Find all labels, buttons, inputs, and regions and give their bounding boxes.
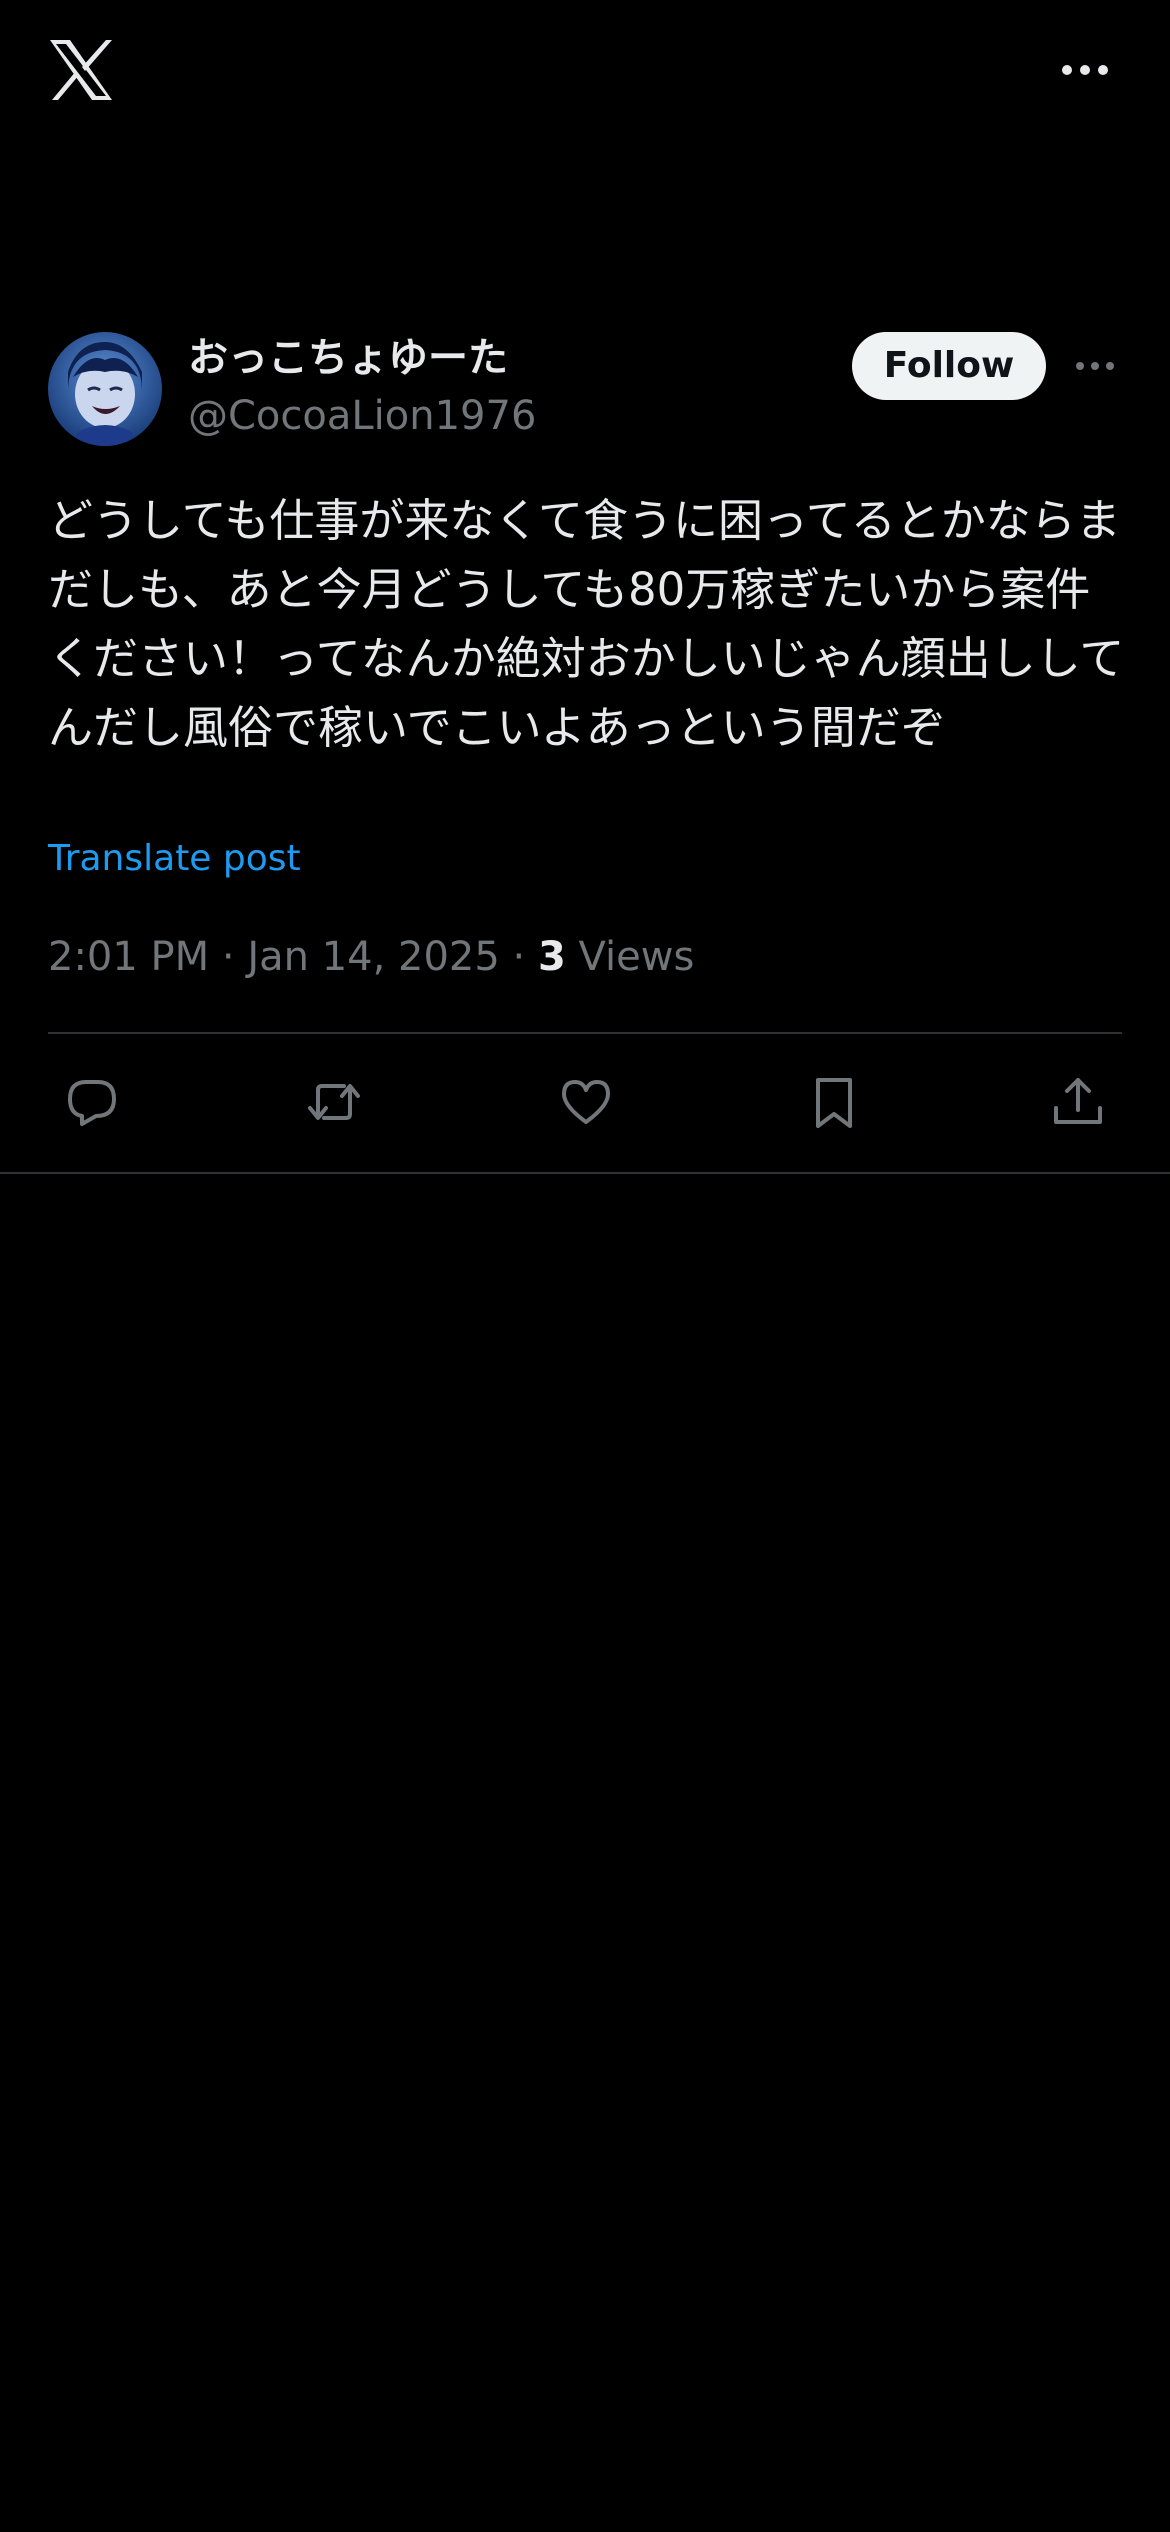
post-text: どうしても仕事が来なくて食うに困ってるとかならまだしも、あと今月どうしても80万… <box>48 494 1125 754</box>
views-count: 3 <box>537 934 566 980</box>
more-horizontal-icon[interactable] <box>1074 356 1116 376</box>
repost-icon[interactable] <box>304 1072 364 1132</box>
post-date[interactable]: Jan 14, 2025 <box>247 934 500 980</box>
follow-button[interactable]: Follow <box>852 332 1046 400</box>
reply-icon[interactable] <box>62 1072 122 1132</box>
avatar[interactable] <box>48 332 162 446</box>
translate-post-link[interactable]: Translate post <box>48 834 301 884</box>
post-time[interactable]: 2:01 PM <box>48 934 209 980</box>
top-bar <box>0 0 1170 150</box>
meta-separator: · <box>221 934 235 980</box>
views-label: Views <box>578 934 695 980</box>
bookmark-icon[interactable] <box>804 1072 864 1132</box>
heart-icon[interactable] <box>556 1072 616 1132</box>
author-handle[interactable]: @CocoaLion1976 <box>188 390 536 442</box>
meta-separator: · <box>512 934 526 980</box>
x-logo-icon[interactable] <box>48 40 114 100</box>
share-icon[interactable] <box>1048 1072 1108 1132</box>
divider <box>0 1172 1170 1174</box>
author-display-name[interactable]: おっこちょゆーた <box>188 332 508 384</box>
post-meta: 2:01 PM · Jan 14, 2025 · 3 Views <box>48 930 694 984</box>
action-bar <box>48 1034 1122 1170</box>
more-horizontal-icon[interactable] <box>1060 58 1110 82</box>
